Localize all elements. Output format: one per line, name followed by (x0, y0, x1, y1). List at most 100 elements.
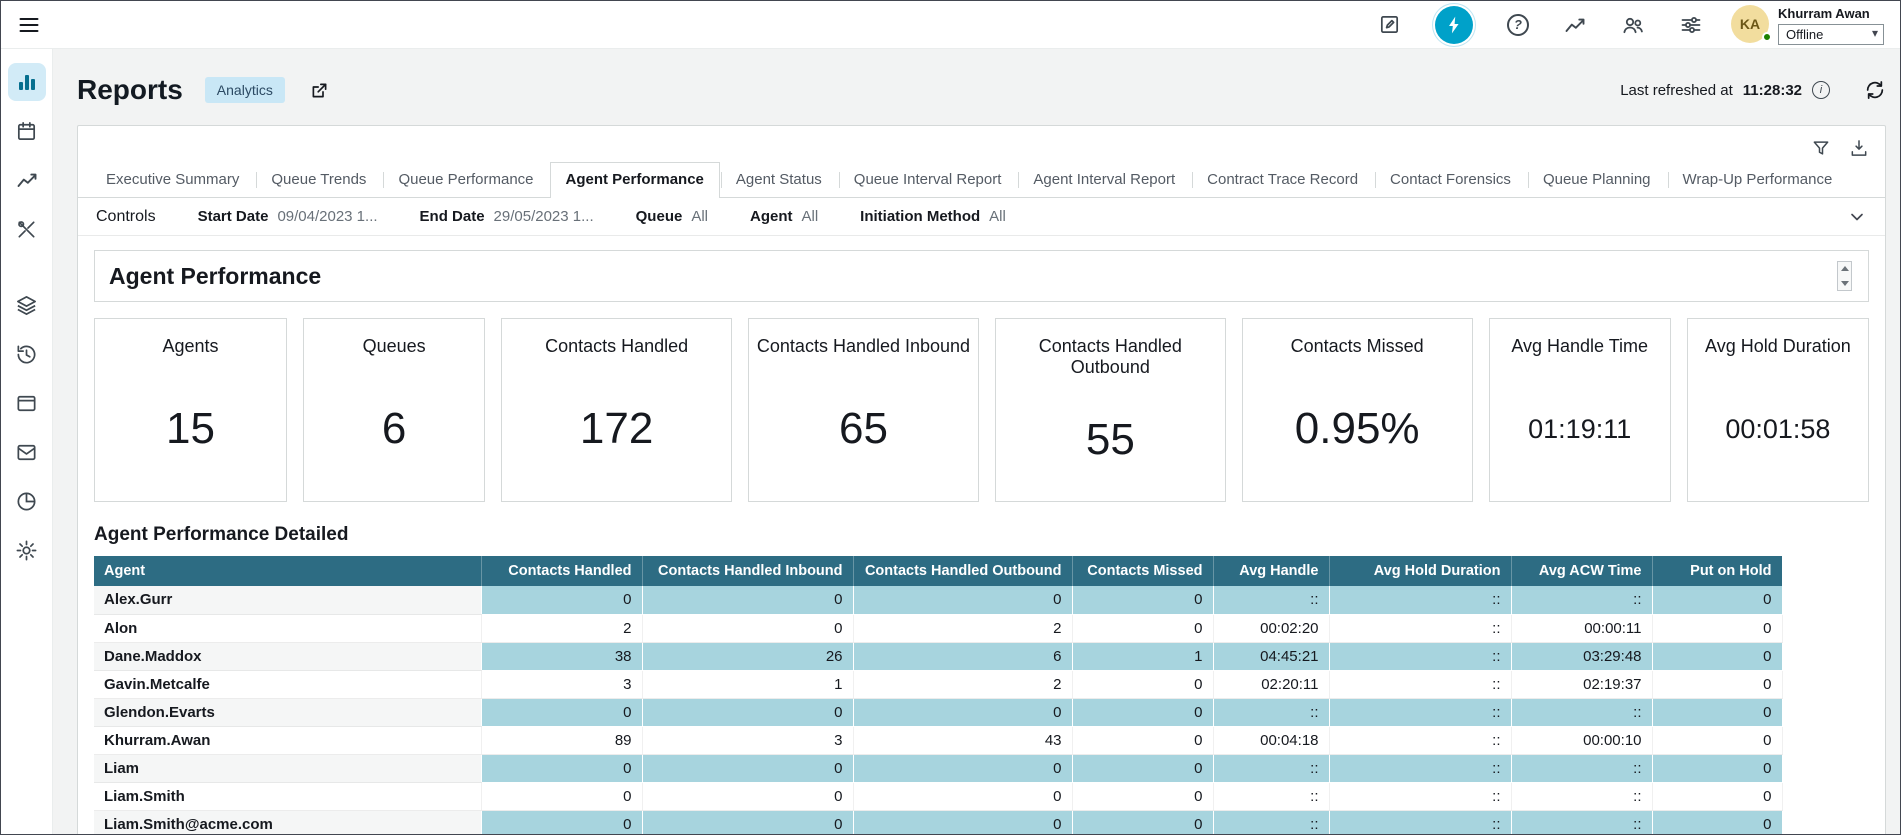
download-icon[interactable] (1849, 138, 1869, 158)
tab-queue-planning[interactable]: Queue Planning (1527, 162, 1667, 197)
value-cell: :: (1329, 586, 1511, 614)
tabs: Executive SummaryQueue TrendsQueue Perfo… (78, 162, 1885, 198)
table-row: Alex.Gurr0000::::::0 (94, 586, 1782, 614)
kpi-card-contacts-handled: Contacts Handled172 (501, 318, 732, 502)
kpi-label: Contacts Handled (539, 336, 694, 357)
tab-queue-trends[interactable]: Queue Trends (255, 162, 382, 197)
controls-filters: Start Date09/04/2023 1... End Date29/05/2… (198, 208, 1006, 225)
value-cell: :: (1511, 698, 1652, 726)
users-icon[interactable] (1621, 13, 1645, 37)
kpi-value: 0.95% (1295, 404, 1420, 454)
kpi-value: 00:01:58 (1725, 414, 1830, 445)
scroll-down-icon[interactable] (1841, 281, 1849, 286)
filter-start-date[interactable]: Start Date09/04/2023 1... (198, 208, 378, 225)
avatar-initials: KA (1740, 16, 1760, 32)
col-header-avg-acw-time[interactable]: Avg ACW Time (1511, 556, 1652, 586)
section-scrollbar[interactable] (1837, 261, 1852, 291)
agent-name-cell: Glendon.Evarts (94, 698, 481, 726)
avatar[interactable]: KA (1731, 5, 1769, 43)
value-cell: :: (1329, 754, 1511, 782)
col-header-contacts-handled-outbound[interactable]: Contacts Handled Outbound (853, 556, 1072, 586)
tab-agent-interval-report[interactable]: Agent Interval Report (1017, 162, 1191, 197)
filter-agent[interactable]: AgentAll (750, 208, 818, 225)
agent-workspace-icon[interactable] (1435, 6, 1473, 44)
value-cell: 0 (642, 586, 853, 614)
kpi-label: Agents (156, 336, 224, 357)
kpi-card-avg-handle-time: Avg Handle Time01:19:11 (1489, 318, 1671, 502)
sidebar-item-reports[interactable] (8, 63, 46, 101)
value-cell: 2 (481, 614, 642, 642)
filter-label: Start Date (198, 208, 269, 225)
col-header-avg-hold-duration[interactable]: Avg Hold Duration (1329, 556, 1511, 586)
value-cell: 0 (1072, 698, 1213, 726)
settings-sliders-icon[interactable] (1679, 13, 1703, 37)
help-icon[interactable]: ? (1507, 14, 1529, 36)
scroll-up-icon[interactable] (1841, 266, 1849, 271)
filter-end-date[interactable]: End Date29/05/2023 1... (420, 208, 594, 225)
sidebar-item-settings-gear[interactable] (8, 531, 46, 569)
section-title: Agent Performance (109, 263, 321, 290)
sidebar-item-history[interactable] (8, 335, 46, 373)
tab-wrap-up-performance[interactable]: Wrap-Up Performance (1667, 162, 1849, 197)
agent-name-cell: Alex.Gurr (94, 586, 481, 614)
col-header-contacts-handled-inbound[interactable]: Contacts Handled Inbound (642, 556, 853, 586)
sidebar-item-line-chart[interactable] (8, 161, 46, 199)
chevron-down-icon[interactable] (1847, 207, 1867, 227)
value-cell: 0 (1072, 670, 1213, 698)
table-header-row: AgentContacts HandledContacts Handled In… (94, 556, 1782, 586)
tab-queue-interval-report[interactable]: Queue Interval Report (838, 162, 1018, 197)
col-header-contacts-missed[interactable]: Contacts Missed (1072, 556, 1213, 586)
filter-queue[interactable]: QueueAll (636, 208, 708, 225)
tab-queue-performance[interactable]: Queue Performance (382, 162, 549, 197)
sidebar-item-mail[interactable] (8, 433, 46, 471)
hamburger-menu-icon[interactable] (17, 13, 41, 37)
filter-label: Queue (636, 208, 683, 225)
value-cell: 26 (642, 642, 853, 670)
panel-toolbar (78, 126, 1885, 162)
sidebar-item-calendar[interactable] (8, 112, 46, 150)
table-row: Liam.Smith0000::::::0 (94, 782, 1782, 810)
tab-agent-performance[interactable]: Agent Performance (550, 162, 720, 198)
value-cell: :: (1213, 810, 1329, 834)
sidebar-item-tools[interactable] (8, 210, 46, 248)
sidebar-item-window[interactable] (8, 384, 46, 422)
tab-executive-summary[interactable]: Executive Summary (90, 162, 255, 197)
filter-icon[interactable] (1811, 138, 1831, 158)
agent-name-cell: Alon (94, 614, 481, 642)
col-header-avg-handle[interactable]: Avg Handle (1213, 556, 1329, 586)
value-cell: 0 (1652, 642, 1782, 670)
info-icon[interactable]: i (1812, 81, 1830, 99)
col-header-agent[interactable]: Agent (94, 556, 481, 586)
report-body: Agent Performance Agents15Queues6Contact… (78, 236, 1885, 834)
value-cell: 0 (1072, 614, 1213, 642)
tab-agent-status[interactable]: Agent Status (720, 162, 838, 197)
sidebar-item-layers[interactable] (8, 286, 46, 324)
value-cell: :: (1329, 782, 1511, 810)
value-cell: 0 (642, 614, 853, 642)
kpi-label: Contacts Missed (1285, 336, 1430, 357)
table-row: Alon202000:02:20::00:00:110 (94, 614, 1782, 642)
value-cell: :: (1511, 586, 1652, 614)
tab-contact-forensics[interactable]: Contact Forensics (1374, 162, 1527, 197)
metrics-chart-icon[interactable] (1563, 13, 1587, 37)
status-select[interactable]: Offline ▾ (1778, 24, 1884, 45)
value-cell: 0 (642, 698, 853, 726)
value-cell: :: (1213, 586, 1329, 614)
value-cell: 1 (1072, 642, 1213, 670)
value-cell: 00:04:18 (1213, 726, 1329, 754)
col-header-contacts-handled[interactable]: Contacts Handled (481, 556, 642, 586)
sidebar-item-pie-chart[interactable] (8, 482, 46, 520)
value-cell: 0 (1072, 754, 1213, 782)
tab-contract-trace-record[interactable]: Contract Trace Record (1191, 162, 1374, 197)
value-cell: 3 (642, 726, 853, 754)
filter-initiation-method[interactable]: Initiation MethodAll (860, 208, 1006, 225)
user-info: Khurram Awan Offline ▾ (1778, 5, 1884, 45)
value-cell: :: (1329, 642, 1511, 670)
value-cell: :: (1329, 726, 1511, 754)
refresh-icon[interactable] (1864, 79, 1886, 101)
col-header-put-on-hold[interactable]: Put on Hold (1652, 556, 1782, 586)
external-link-icon[interactable] (309, 80, 330, 101)
analytics-badge: Analytics (205, 77, 285, 103)
notes-icon[interactable] (1378, 13, 1401, 36)
value-cell: 02:19:37 (1511, 670, 1652, 698)
